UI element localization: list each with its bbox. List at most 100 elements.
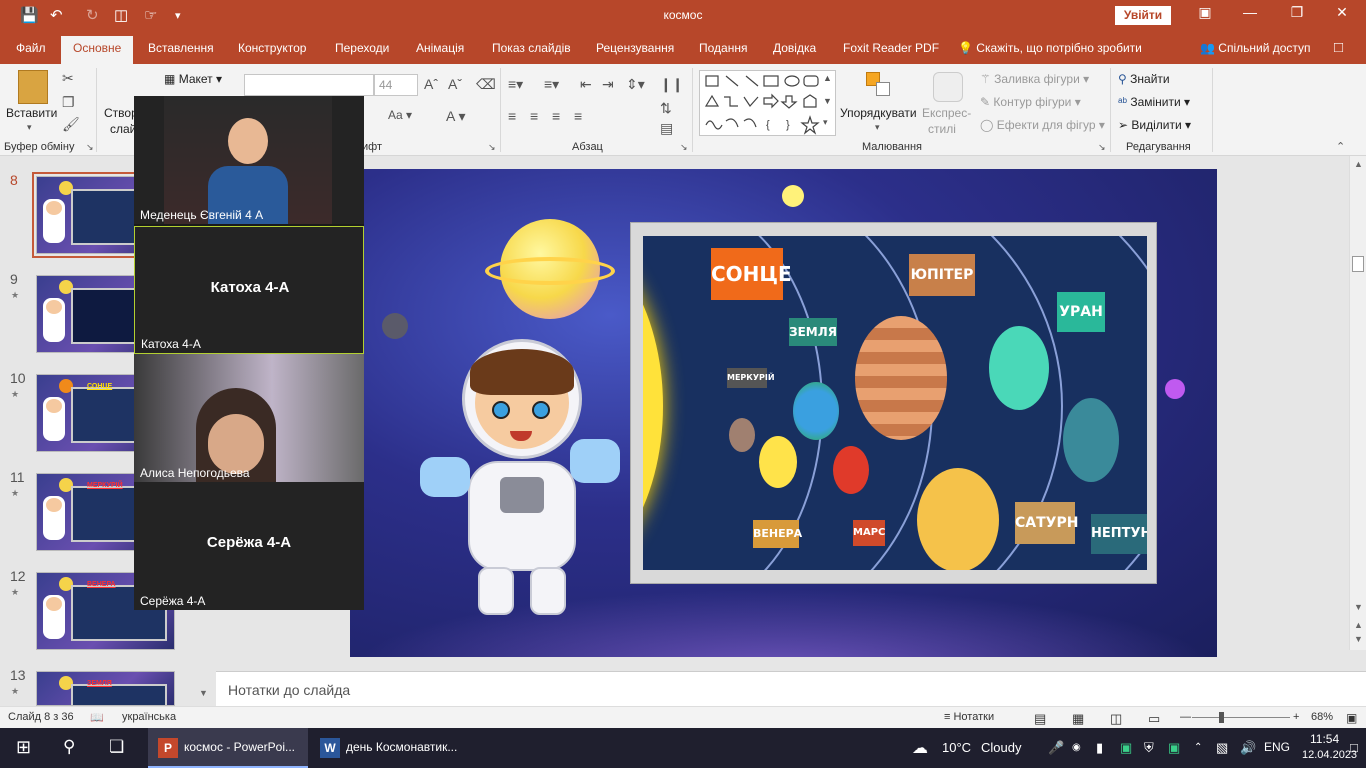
font-color-icon[interactable]: A ▾	[446, 108, 465, 125]
shapes-more-icon[interactable]: ▾	[823, 117, 828, 128]
collapse-ribbon-icon[interactable]: ⌃	[1336, 140, 1345, 153]
replace-button[interactable]: ᵃᵇ Замінити ▾	[1118, 95, 1190, 109]
align-text-icon[interactable]: ▤	[660, 120, 673, 137]
fit-to-window-icon[interactable]: ▣	[1346, 711, 1357, 725]
close-button[interactable]: ✕	[1327, 4, 1357, 21]
notes-toggle[interactable]: ≡ Нотатки	[944, 711, 994, 723]
language-indicator[interactable]: українська	[122, 711, 176, 723]
align-center-icon[interactable]: ≡	[530, 108, 538, 124]
network-icon[interactable]: ▧	[1216, 740, 1228, 756]
quick-styles-button[interactable]: Експрес-	[922, 106, 971, 120]
scroll-up-arrow-icon[interactable]: ▲	[1354, 159, 1363, 169]
show-hidden-icons[interactable]: ⌃	[1194, 742, 1202, 753]
format-painter-icon[interactable]: 🖌	[62, 116, 80, 133]
shape-effects-button[interactable]: ◯ Ефекти для фігур ▾	[980, 118, 1105, 132]
task-view-icon[interactable]: ❏	[109, 737, 124, 757]
paste-button[interactable]: Вставити	[6, 106, 57, 120]
share-button[interactable]: 👥 Спільний доступ	[1200, 41, 1311, 55]
ribbon-display-options-icon[interactable]: ▣	[1190, 4, 1220, 21]
font-name-field[interactable]	[244, 74, 374, 96]
scroll-thumb[interactable]	[1352, 256, 1364, 272]
numbering-icon[interactable]: ≡▾	[544, 76, 559, 93]
paste-icon[interactable]	[18, 70, 48, 104]
shape-outline-button[interactable]: ✎ Контур фігури ▾	[980, 95, 1081, 109]
select-button[interactable]: ➢ Виділити ▾	[1118, 118, 1191, 132]
security-shield-icon[interactable]: ⛨	[1144, 740, 1154, 756]
tab-file[interactable]: Файл	[16, 41, 46, 55]
taskbar-app-powerpoint[interactable]: P космос - PowerPoi...	[148, 728, 308, 768]
slide-sorter-icon[interactable]: ▦	[1072, 711, 1084, 727]
tab-foxit[interactable]: Foxit Reader PDF	[843, 41, 939, 55]
clear-formatting-icon[interactable]: ⌫	[476, 76, 496, 93]
tab-design[interactable]: Конструктор	[238, 41, 306, 55]
scroll-down-arrow-icon[interactable]: ▼	[199, 688, 208, 698]
tab-slideshow[interactable]: Показ слайдів	[492, 41, 571, 55]
next-slide-icon[interactable]: ▼	[1354, 634, 1363, 644]
windows-start-icon[interactable]: ⊞	[16, 737, 31, 758]
font-launcher-icon[interactable]: ↘	[488, 142, 496, 153]
arrange-dropdown-icon[interactable]: ▾	[875, 122, 880, 133]
new-slide-button[interactable]: Створ	[104, 106, 138, 120]
microphone-icon[interactable]: 🎤	[1048, 740, 1064, 756]
bullets-icon[interactable]: ≡▾	[508, 76, 523, 93]
columns-icon[interactable]: ❙❙	[660, 76, 683, 93]
app-tray-icon-2[interactable]: ▣	[1168, 740, 1180, 756]
shape-fill-button[interactable]: ⚚ Заливка фігури ▾	[980, 72, 1089, 86]
font-size-field[interactable]: 44	[374, 74, 418, 96]
tab-animations[interactable]: Анімація	[416, 41, 464, 55]
zoom-slider-thumb[interactable]	[1219, 712, 1224, 723]
tab-insert[interactable]: Вставлення	[148, 41, 214, 55]
maximize-button[interactable]: ❐	[1282, 4, 1312, 21]
app-tray-icon[interactable]: ▣	[1120, 740, 1132, 756]
arrange-button[interactable]: Упорядкувати	[840, 106, 917, 120]
input-language[interactable]: ENG	[1264, 740, 1290, 754]
drawing-launcher-icon[interactable]: ↘	[1098, 142, 1106, 153]
spellcheck-icon[interactable]: 📖	[90, 711, 104, 724]
taskbar-app-word[interactable]: W день Космонавтик...	[310, 728, 470, 768]
align-right-icon[interactable]: ≡	[552, 108, 560, 124]
zoom-level[interactable]: 68%	[1311, 711, 1333, 723]
device-icon[interactable]: ▮	[1096, 740, 1103, 756]
notifications-icon[interactable]: □	[1350, 740, 1358, 755]
tab-transitions[interactable]: Переходи	[335, 41, 389, 55]
increase-font-icon[interactable]: Aˆ	[424, 76, 438, 92]
text-direction-icon[interactable]: ⇅	[660, 100, 672, 117]
cut-icon[interactable]: ✂	[62, 70, 74, 87]
clock-date[interactable]: 12.04.2023	[1302, 749, 1357, 761]
volume-icon[interactable]: 🔊	[1240, 740, 1256, 756]
clock-time[interactable]: 11:54	[1310, 732, 1339, 746]
zoom-out-icon[interactable]: —	[1180, 711, 1191, 723]
clipboard-launcher-icon[interactable]: ↘	[86, 142, 94, 153]
tab-home[interactable]: Основне	[61, 36, 134, 64]
reading-view-icon[interactable]: ◫	[1110, 711, 1122, 727]
zoom-slider[interactable]	[1192, 717, 1290, 718]
decrease-font-icon[interactable]: Aˇ	[448, 76, 462, 92]
notes-pane[interactable]: Нотатки до слайда	[216, 671, 1366, 706]
thumbnail-slide-13[interactable]: ЗЕМЛЯ	[36, 671, 175, 706]
decrease-indent-icon[interactable]: ⇤	[580, 76, 592, 93]
tab-review[interactable]: Рецензування	[596, 41, 674, 55]
zoom-in-icon[interactable]: +	[1293, 711, 1299, 723]
copy-icon[interactable]: ❐	[62, 94, 75, 111]
shapes-scroll-down-icon[interactable]: ▼	[823, 96, 832, 106]
shapes-scroll-up-icon[interactable]: ▲	[823, 73, 832, 83]
find-button[interactable]: ⚲ Знайти	[1118, 72, 1170, 86]
sign-in-button[interactable]: Увійти	[1115, 6, 1171, 25]
weather-cloud-icon[interactable]: ☁	[912, 738, 928, 758]
increase-indent-icon[interactable]: ⇥	[602, 76, 614, 93]
paragraph-launcher-icon[interactable]: ↘	[680, 142, 688, 153]
align-left-icon[interactable]: ≡	[508, 108, 516, 124]
search-icon[interactable]: ⚲	[63, 737, 75, 757]
tell-me-box[interactable]: 💡 Скажіть, що потрібно зробити	[958, 41, 1142, 55]
paste-dropdown-icon[interactable]: ▾	[27, 122, 32, 133]
weather-temp[interactable]: 10°C	[942, 740, 971, 755]
comments-icon[interactable]: □	[1334, 39, 1343, 56]
shapes-gallery[interactable]: {}	[699, 70, 836, 136]
slide-canvas[interactable]: СОНЦЕ ЮПІТЕР ЗЕМЛЯ УРАН МЕРКУРІЙ ВЕНЕРА …	[350, 169, 1217, 657]
tab-help[interactable]: Довідка	[773, 41, 816, 55]
normal-view-icon[interactable]: ▤	[1034, 711, 1046, 727]
zoom-app-icon[interactable]: ◉	[1072, 742, 1081, 753]
slideshow-view-icon[interactable]: ▭	[1148, 711, 1160, 727]
line-spacing-icon[interactable]: ⇕▾	[626, 76, 645, 93]
scroll-down-arrow-icon[interactable]: ▼	[1354, 602, 1363, 612]
